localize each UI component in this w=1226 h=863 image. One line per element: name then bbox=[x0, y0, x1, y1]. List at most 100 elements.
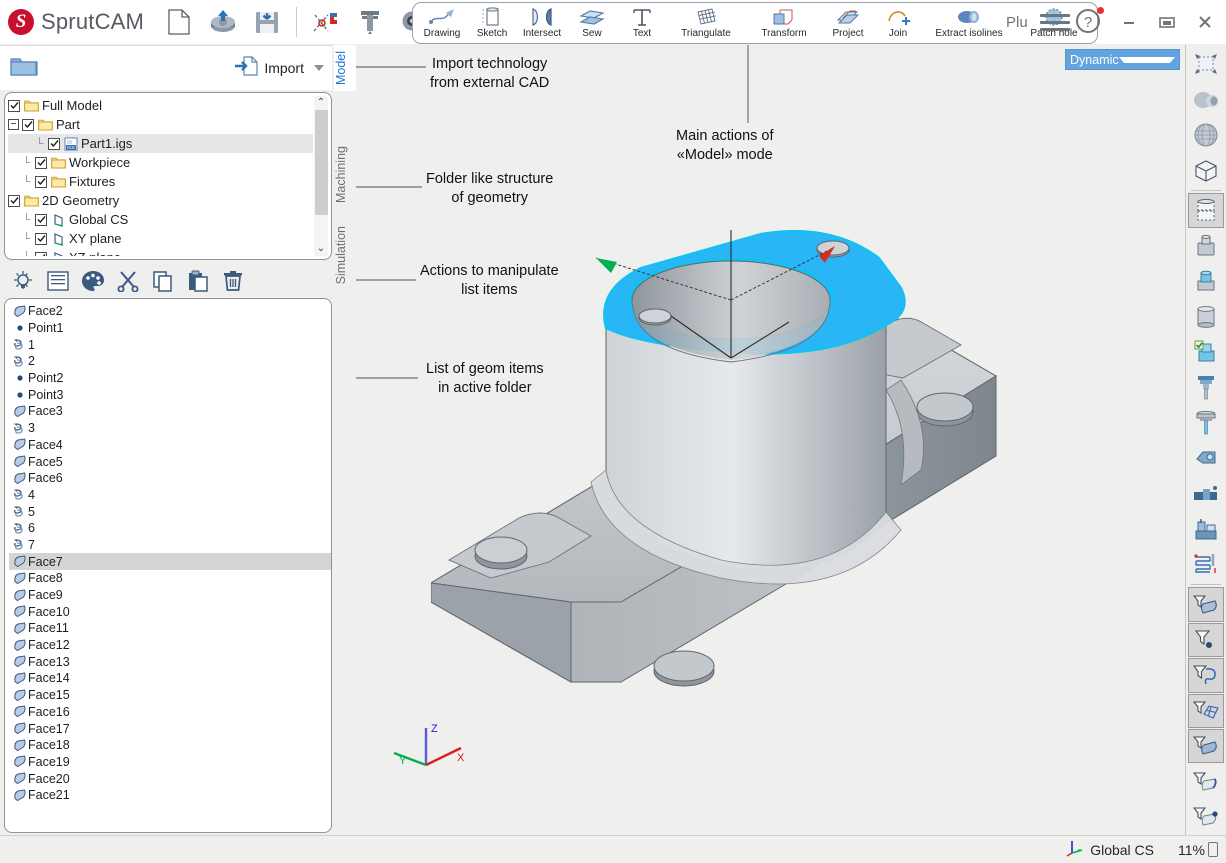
list-item[interactable]: Face4 bbox=[9, 437, 331, 454]
paste-icon[interactable] bbox=[185, 268, 211, 294]
list-item[interactable]: Face12 bbox=[9, 637, 331, 654]
tree-item-workpiece[interactable]: └ Workpiece bbox=[8, 153, 313, 172]
list-item[interactable]: Face8 bbox=[9, 570, 331, 587]
help-icon[interactable]: ? bbox=[1074, 5, 1108, 39]
status-coordinate-system[interactable]: Global CS bbox=[1064, 839, 1154, 860]
list-item[interactable]: 7 bbox=[9, 537, 331, 554]
tree-collapse-toggle[interactable]: − bbox=[8, 119, 19, 130]
tab-simulation[interactable]: Simulation bbox=[334, 220, 356, 290]
caliper-icon[interactable] bbox=[349, 2, 391, 42]
copy-icon[interactable] bbox=[150, 268, 176, 294]
cylinder-stock-icon[interactable] bbox=[1188, 300, 1224, 334]
checkbox[interactable] bbox=[35, 156, 47, 169]
open-file-icon[interactable] bbox=[202, 2, 244, 42]
list-item[interactable]: Face18 bbox=[9, 737, 331, 754]
list-item[interactable]: 3 bbox=[9, 420, 331, 437]
list-item[interactable]: Face17 bbox=[9, 720, 331, 737]
geometry-items-list[interactable]: Face2 Point1 1 2 Point2 Point3 Face3 3 Face4 Face… bbox=[4, 298, 332, 833]
tab-model[interactable]: Model bbox=[334, 45, 356, 92]
list-item[interactable]: Face10 bbox=[9, 603, 331, 620]
folder-icon[interactable] bbox=[10, 55, 38, 82]
toolpath-icon[interactable] bbox=[1188, 547, 1224, 581]
viewport-3d[interactable]: Dynamic Import technology from external … bbox=[356, 45, 1185, 835]
list-item[interactable]: Face13 bbox=[9, 653, 331, 670]
visibility-bulb-icon[interactable] bbox=[10, 268, 36, 294]
hamburger-menu-icon[interactable] bbox=[1040, 7, 1070, 37]
filter-vertex-icon[interactable] bbox=[1188, 800, 1224, 834]
tree-scrollbar[interactable]: ⌃ ⌄ bbox=[314, 96, 328, 256]
part-3d-model[interactable] bbox=[431, 230, 1131, 835]
action-intersect[interactable]: Intersect bbox=[517, 4, 567, 40]
filter-mesh-icon[interactable] bbox=[1188, 693, 1224, 728]
checkbox[interactable] bbox=[8, 194, 20, 207]
status-zoom[interactable]: 11% bbox=[1178, 842, 1218, 858]
color-palette-icon[interactable] bbox=[80, 268, 106, 294]
machine-part-icon[interactable] bbox=[1188, 441, 1224, 475]
action-extract-isolines[interactable]: Extract isolines bbox=[923, 4, 1015, 40]
shaded-solid-icon[interactable] bbox=[1188, 82, 1224, 116]
list-item[interactable]: Face20 bbox=[9, 770, 331, 787]
tree-item-full-model[interactable]: Full Model bbox=[8, 96, 313, 115]
new-document-icon[interactable] bbox=[158, 2, 200, 42]
filter-faces-icon[interactable] bbox=[1188, 587, 1224, 622]
list-item[interactable]: 2 bbox=[9, 353, 331, 370]
import-button[interactable]: Import bbox=[234, 55, 324, 82]
delete-trash-icon[interactable] bbox=[220, 268, 246, 294]
action-sew[interactable]: Sew bbox=[567, 4, 617, 40]
vise-fixture-icon[interactable] bbox=[1188, 476, 1224, 510]
action-text[interactable]: Text bbox=[617, 4, 667, 40]
tool-holder-icon[interactable] bbox=[1188, 370, 1224, 404]
filter-edge-icon[interactable] bbox=[1188, 764, 1224, 798]
checkbox[interactable] bbox=[35, 213, 47, 226]
list-item[interactable]: Face9 bbox=[9, 587, 331, 604]
tree-item-xy-plane[interactable]: └ XY plane bbox=[8, 229, 313, 248]
save-file-icon[interactable] bbox=[246, 2, 288, 42]
tab-machining[interactable]: Machining bbox=[334, 140, 356, 209]
snap-magnet-icon[interactable] bbox=[305, 2, 347, 42]
list-item[interactable]: 4 bbox=[9, 487, 331, 504]
tree-item-part1-igs[interactable]: └ IGS Part1.igs bbox=[8, 134, 313, 153]
properties-list-icon[interactable] bbox=[45, 268, 71, 294]
action-transform[interactable]: Transform bbox=[745, 4, 823, 40]
action-project[interactable]: Project bbox=[823, 4, 873, 40]
tree-item-2d-geometry[interactable]: 2D Geometry bbox=[8, 191, 313, 210]
tree-item-xz-plane[interactable]: └ XZ plane bbox=[8, 248, 313, 256]
list-item[interactable]: Face21 bbox=[9, 787, 331, 804]
tree-item-fixtures[interactable]: └ Fixtures bbox=[8, 172, 313, 191]
fit-to-view-icon[interactable] bbox=[1188, 47, 1224, 81]
stock-checked-icon[interactable] bbox=[1188, 335, 1224, 369]
part-stock-view-icon[interactable] bbox=[1188, 193, 1224, 228]
stock-blue-icon[interactable] bbox=[1188, 264, 1224, 298]
minimize-button[interactable] bbox=[1112, 5, 1146, 39]
checkbox[interactable] bbox=[35, 251, 47, 256]
tree-item-global-cs[interactable]: └ Global CS bbox=[8, 210, 313, 229]
box-wireframe-icon[interactable] bbox=[1188, 153, 1224, 187]
list-item[interactable]: Face2 bbox=[9, 303, 331, 320]
view-mode-dropdown[interactable]: Dynamic bbox=[1065, 49, 1180, 70]
chevron-down-icon[interactable] bbox=[314, 65, 324, 71]
checkbox[interactable] bbox=[22, 118, 34, 131]
restore-button[interactable] bbox=[1150, 5, 1184, 39]
list-item[interactable]: Face15 bbox=[9, 687, 331, 704]
checkbox[interactable] bbox=[8, 99, 20, 112]
list-item[interactable]: 1 bbox=[9, 336, 331, 353]
scroll-down-icon[interactable]: ⌄ bbox=[317, 242, 325, 256]
cut-scissors-icon[interactable] bbox=[115, 268, 141, 294]
wireframe-sphere-icon[interactable] bbox=[1188, 118, 1224, 152]
filter-surface-icon[interactable] bbox=[1188, 728, 1224, 764]
machine-icon[interactable] bbox=[1188, 512, 1224, 546]
scroll-up-icon[interactable]: ⌃ bbox=[317, 96, 325, 110]
list-item[interactable]: Face5 bbox=[9, 453, 331, 470]
action-join[interactable]: Join bbox=[873, 4, 923, 40]
close-button[interactable] bbox=[1188, 5, 1222, 39]
scroll-thumb[interactable] bbox=[314, 110, 328, 215]
filter-curves-icon[interactable] bbox=[1188, 658, 1224, 693]
list-item[interactable]: Point2 bbox=[9, 370, 331, 387]
filter-points-icon[interactable] bbox=[1188, 622, 1224, 658]
list-item[interactable]: Face14 bbox=[9, 670, 331, 687]
checkbox[interactable] bbox=[35, 175, 47, 188]
list-item[interactable]: 5 bbox=[9, 503, 331, 520]
action-sketch[interactable]: Sketch bbox=[467, 4, 517, 40]
list-item[interactable]: Face6 bbox=[9, 470, 331, 487]
tool-mill-icon[interactable] bbox=[1188, 406, 1224, 440]
